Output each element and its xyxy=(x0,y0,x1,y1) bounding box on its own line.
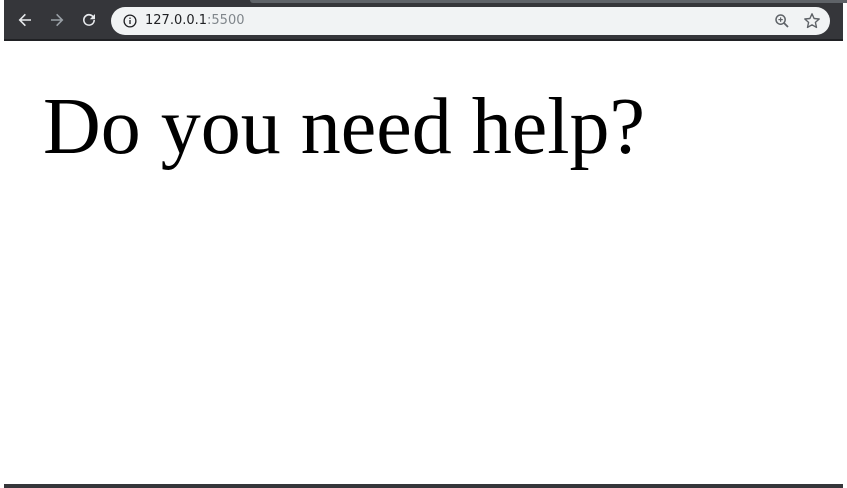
arrow-left-icon xyxy=(18,13,31,27)
window-bottom-border xyxy=(4,484,843,488)
back-button[interactable] xyxy=(13,8,37,32)
reload-icon xyxy=(83,13,95,26)
reload-button[interactable] xyxy=(77,8,101,32)
browser-window: 127.0.0.1:5500 Do you need help? xyxy=(0,0,847,488)
zoom-in-icon[interactable] xyxy=(774,13,790,29)
browser-toolbar: 127.0.0.1:5500 xyxy=(4,0,847,41)
url-host: 127.0.0.1 xyxy=(145,13,208,28)
url-port: :5500 xyxy=(207,13,245,28)
arrow-right-icon xyxy=(51,13,64,27)
info-icon[interactable] xyxy=(123,14,137,28)
address-bar[interactable]: 127.0.0.1:5500 xyxy=(111,7,830,35)
page-content: Do you need help? xyxy=(4,41,843,484)
tab-strip-edge xyxy=(250,0,847,3)
forward-button[interactable] xyxy=(45,8,69,32)
page-title: Do you need help? xyxy=(43,83,646,171)
star-icon[interactable] xyxy=(803,12,821,30)
url-text[interactable]: 127.0.0.1:5500 xyxy=(145,13,245,29)
